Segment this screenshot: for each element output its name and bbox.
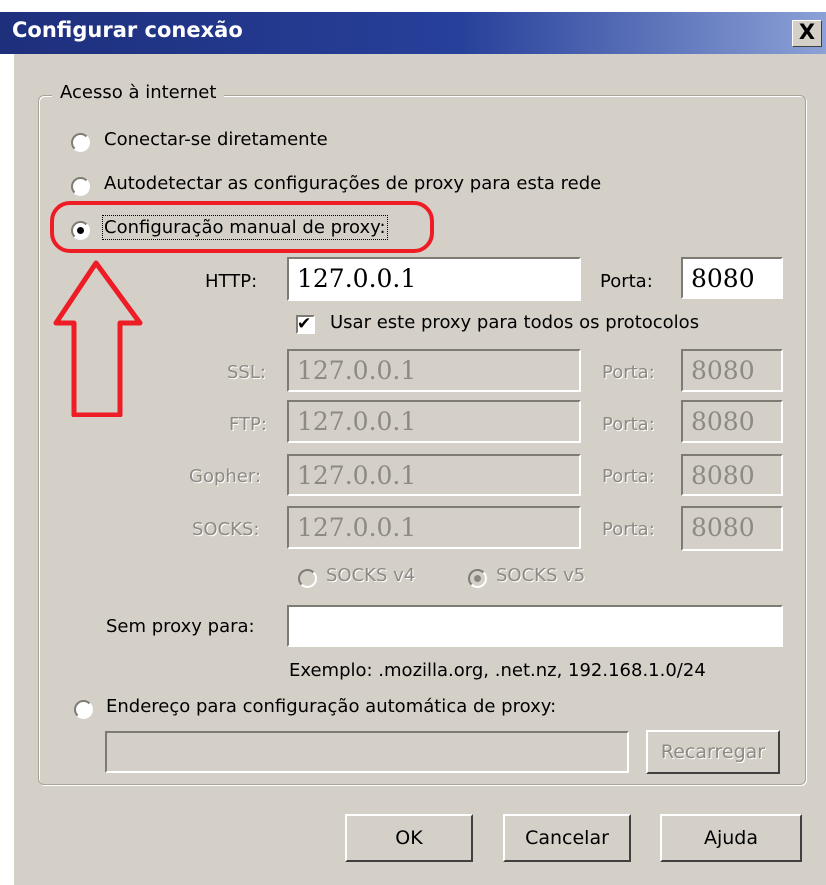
gopher-label: Gopher: <box>189 466 262 487</box>
http-port-input[interactable]: 8080 <box>681 257 783 299</box>
ok-button[interactable]: OK <box>345 814 473 862</box>
radio-autoconfig-label[interactable]: Endereço para configuração automática de… <box>106 696 556 717</box>
socks-proxy-input: 127.0.0.1 <box>287 506 581 549</box>
no-proxy-example: Exemplo: .mozilla.org, .net.nz, 192.168.… <box>289 660 706 681</box>
socks-v5-label: SOCKS v5 <box>496 565 586 586</box>
annotation-up-arrow-icon <box>53 260 143 417</box>
group-legend: Acesso à internet <box>52 82 225 103</box>
radio-autoconfig[interactable] <box>74 700 93 719</box>
reload-button: Recarregar <box>646 730 780 774</box>
close-button[interactable]: X <box>792 20 822 47</box>
radio-direct[interactable] <box>71 133 90 152</box>
no-proxy-input[interactable] <box>287 605 783 647</box>
ssl-proxy-input: 127.0.0.1 <box>287 349 581 392</box>
ssl-label: SSL: <box>227 362 266 383</box>
ftp-port-input: 8080 <box>681 400 783 443</box>
ssl-port-label: Porta: <box>602 362 655 383</box>
gopher-port-label: Porta: <box>602 466 655 487</box>
ssl-port-input: 8080 <box>681 349 783 392</box>
http-label: HTTP: <box>205 271 258 292</box>
gopher-port-input: 8080 <box>681 454 783 496</box>
ftp-label: FTP: <box>229 414 267 435</box>
annotation-highlight-ellipse <box>50 201 434 253</box>
radio-autodetect-label[interactable]: Autodetectar as configurações de proxy p… <box>104 173 601 194</box>
cancel-button[interactable]: Cancelar <box>503 814 631 862</box>
radio-socks-v4 <box>298 569 317 588</box>
title-bar: Configurar conexão X <box>0 12 826 54</box>
use-for-all-checkbox[interactable]: ✔ <box>296 314 315 334</box>
socks-port-label: Porta: <box>602 519 655 540</box>
dialog-window: Configurar conexão X Acesso à internet C… <box>0 0 826 885</box>
close-icon: X <box>798 20 816 44</box>
use-for-all-label[interactable]: Usar este proxy para todos os protocolos <box>330 312 699 333</box>
autoconfig-url-input <box>105 731 629 773</box>
radio-autodetect[interactable] <box>71 177 90 196</box>
help-button[interactable]: Ajuda <box>660 814 802 862</box>
checkmark-icon: ✔ <box>297 314 312 334</box>
http-port-label: Porta: <box>600 271 653 292</box>
ftp-proxy-input: 127.0.0.1 <box>287 400 581 443</box>
socks-port-input: 8080 <box>681 506 783 551</box>
dialog-title: Configurar conexão <box>12 18 243 42</box>
radio-direct-label[interactable]: Conectar-se diretamente <box>104 129 328 150</box>
ftp-port-label: Porta: <box>602 414 655 435</box>
gopher-proxy-input: 127.0.0.1 <box>287 454 581 496</box>
socks-label: SOCKS: <box>192 519 260 540</box>
socks-v4-label: SOCKS v4 <box>326 565 416 586</box>
http-proxy-input[interactable]: 127.0.0.1 <box>287 257 581 301</box>
no-proxy-label: Sem proxy para: <box>106 616 255 637</box>
radio-socks-v5 <box>468 569 487 588</box>
